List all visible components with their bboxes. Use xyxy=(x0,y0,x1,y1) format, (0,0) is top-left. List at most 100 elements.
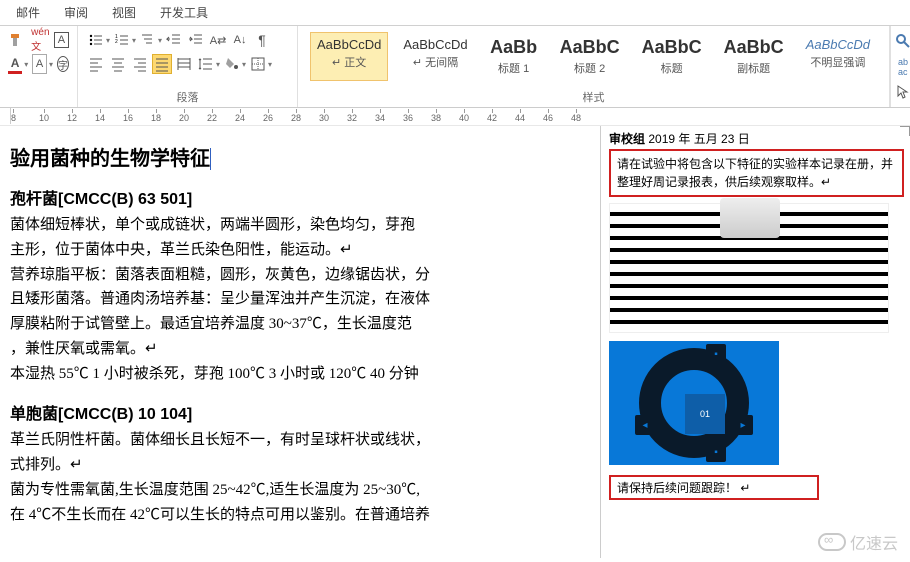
comment-header: 审校组 2019 年 五月 23 日 xyxy=(609,130,904,147)
dropdown-icon[interactable]: ▾ xyxy=(24,60,28,69)
sort-icon[interactable]: A↓ xyxy=(230,30,250,50)
doc-paragraph: 革兰氏阴性杆菌。菌体细长且长短不一，有时呈球杆状或线状， xyxy=(10,428,586,453)
comments-pane: 审校组 2019 年 五月 23 日 请在试验中将包含以下特征的实验样本记录在册… xyxy=(600,126,910,558)
watermark: 亿速云 xyxy=(818,530,898,554)
style-0[interactable]: AaBbCcDd↵ 正文 xyxy=(310,32,388,81)
comment-text-2[interactable]: 请保持后续问题跟踪！ ↵ xyxy=(609,475,819,500)
main: 验用菌种的生物学特征 孢杆菌[CMCC(B) 63 501] 菌体细短棒状，单个… xyxy=(0,126,910,558)
ruler-tick: 30 xyxy=(319,109,329,123)
ruler-tick: 12 xyxy=(67,109,77,123)
ruler-tick: 28 xyxy=(291,109,301,123)
svg-text:2: 2 xyxy=(115,39,118,45)
replace-icon[interactable]: abac xyxy=(893,57,910,77)
doc-heading-1: 验用菌种的生物学特征 xyxy=(10,142,586,171)
paragraph-group: ▾ 12▾ ▾ A⇄ A↓ ¶ ▾ ▾ ▾ 段落 xyxy=(78,26,298,107)
doc-paragraph: 厚膜粘附于试管壁上。最适宜培养温度 30~37℃，生长温度范 xyxy=(10,312,586,337)
ruler-tick: 46 xyxy=(543,109,553,123)
ruler-tick: 20 xyxy=(179,109,189,123)
dropdown-icon[interactable]: ▾ xyxy=(216,60,220,69)
align-left-icon[interactable] xyxy=(86,54,106,74)
dropdown-icon[interactable]: ▾ xyxy=(49,60,53,69)
doc-heading-3: 单胞菌[CMCC(B) 10 104] xyxy=(10,400,586,424)
ruler-tick: 40 xyxy=(459,109,469,123)
ruler-tick: 18 xyxy=(151,109,161,123)
ruler-tick: 22 xyxy=(207,109,217,123)
style-5[interactable]: AaBbC副标题 xyxy=(717,32,791,81)
tab-devtools[interactable]: 开发工具 xyxy=(160,4,208,21)
select-icon[interactable] xyxy=(893,83,910,102)
dropdown-icon[interactable]: ▾ xyxy=(106,36,110,45)
watermark-text: 亿速云 xyxy=(850,530,898,554)
tab-view[interactable]: 视图 xyxy=(112,4,136,21)
diagram-node-right: ▸ xyxy=(733,415,753,435)
doc-paragraph: 在 4℃不生长而在 42℃可以生长的特点可用以鉴别。在普通培养 xyxy=(10,503,586,528)
decrease-indent-icon[interactable] xyxy=(164,30,184,50)
style-2[interactable]: AaBb标题 1 xyxy=(483,32,545,81)
style-1[interactable]: AaBbCcDd↵ 无间隔 xyxy=(396,32,474,81)
show-marks-icon[interactable]: ¶ xyxy=(252,30,272,50)
ruler[interactable]: 8101214161820222426283032343638404244464… xyxy=(0,108,910,126)
doc-paragraph: ，兼性厌氧或需氧。↵ xyxy=(10,337,586,362)
number-list-icon[interactable]: 12 xyxy=(112,30,132,50)
phonetic-guide-icon[interactable]: wén文 xyxy=(31,30,50,50)
shading-icon[interactable] xyxy=(222,54,242,74)
ruler-tick: 10 xyxy=(39,109,49,123)
ruler-tick: 32 xyxy=(347,109,357,123)
styles-gallery: AaBbCcDd↵ 正文AaBbCcDd↵ 无间隔AaBb标题 1AaBbC标题… xyxy=(306,30,881,83)
text-direction-icon[interactable]: A⇄ xyxy=(208,30,228,50)
find-icon[interactable] xyxy=(893,32,910,51)
ribbon-tabs: 邮件 审阅 视图 开发工具 xyxy=(0,0,910,26)
text-cursor xyxy=(210,148,216,170)
ruler-tick: 44 xyxy=(515,109,525,123)
dropdown-icon[interactable]: ▾ xyxy=(132,36,136,45)
page-corner-icon xyxy=(896,126,910,140)
highlight-icon[interactable]: A xyxy=(32,54,47,74)
ruler-tick: 34 xyxy=(375,109,385,123)
dropdown-icon[interactable]: ▾ xyxy=(158,36,162,45)
ruler-tick: 24 xyxy=(235,109,245,123)
line-spacing-icon[interactable] xyxy=(196,54,216,74)
enclose-char-icon[interactable]: 字 xyxy=(57,56,69,72)
align-right-icon[interactable] xyxy=(130,54,150,74)
dropdown-icon[interactable]: ▾ xyxy=(268,60,272,69)
distribute-icon[interactable] xyxy=(174,54,194,74)
increase-indent-icon[interactable] xyxy=(186,30,206,50)
align-justify-icon[interactable] xyxy=(152,54,172,74)
doc-paragraph: 主形，位于菌体中央，革兰氏染色阳性，能运动。↵ xyxy=(10,238,586,263)
align-center-icon[interactable] xyxy=(108,54,128,74)
doc-paragraph: 且矮形菌落。普通肉汤培养基：呈少量浑浊并产生沉淀，在液体 xyxy=(10,287,586,312)
ribbon-side: abac xyxy=(890,26,910,107)
tab-review[interactable]: 审阅 xyxy=(64,4,88,21)
multilevel-list-icon[interactable] xyxy=(138,30,158,50)
ribbon: wén文 A A▾ A▾ 字 ▾ 12▾ ▾ A⇄ A↓ ¶ ▾ ▾ xyxy=(0,26,910,108)
ruler-tick: 26 xyxy=(263,109,273,123)
ruler-tick: 38 xyxy=(431,109,441,123)
doc-paragraph: 本湿热 55℃ 1 小时被杀死，芽孢 100℃ 3 小时或 120℃ 40 分钟 xyxy=(10,362,586,387)
dropdown-icon[interactable]: ▾ xyxy=(242,60,246,69)
doc-paragraph: 式排列。↵ xyxy=(10,453,586,478)
character-border-icon[interactable]: A xyxy=(54,32,69,48)
styles-group: AaBbCcDd↵ 正文AaBbCcDd↵ 无间隔AaBb标题 1AaBbC标题… xyxy=(298,26,890,107)
bullet-list-icon[interactable] xyxy=(86,30,106,50)
comment-text-1[interactable]: 请在试验中将包含以下特征的实验样本记录在册，并整理好周记录报表，供后续观察取样。… xyxy=(609,149,904,197)
style-3[interactable]: AaBbC标题 2 xyxy=(553,32,627,81)
doc-paragraph: 菌体细短棒状，单个或成链状，两端半圆形，染色均匀，芽孢 xyxy=(10,213,586,238)
paragraph-group-label: 段落 xyxy=(86,89,289,107)
comment-author: 审校组 xyxy=(609,132,645,146)
format-painter-icon[interactable] xyxy=(8,30,27,50)
doc-heading-2: 孢杆菌[CMCC(B) 63 501] xyxy=(10,185,586,209)
font-group: wén文 A A▾ A▾ 字 xyxy=(0,26,78,107)
diagram-center: 01 xyxy=(685,394,725,434)
style-6[interactable]: AaBbCcDd不明显强调 xyxy=(799,32,877,81)
ruler-tick: 8 xyxy=(11,109,16,123)
tab-mail[interactable]: 邮件 xyxy=(16,4,40,21)
font-color-icon[interactable]: A xyxy=(8,54,22,74)
ruler-tick: 14 xyxy=(95,109,105,123)
diagram-node-bottom: ▪ xyxy=(706,442,726,462)
document-pane[interactable]: 验用菌种的生物学特征 孢杆菌[CMCC(B) 63 501] 菌体细短棒状，单个… xyxy=(0,126,600,558)
comment-image-tubes xyxy=(609,203,889,333)
styles-group-label: 样式 xyxy=(306,89,881,107)
style-4[interactable]: AaBbC标题 xyxy=(635,32,709,81)
doc-paragraph: 菌为专性需氧菌,生长温度范围 25~42℃,适生长温度为 25~30℃, xyxy=(10,478,586,503)
borders-icon[interactable] xyxy=(248,54,268,74)
